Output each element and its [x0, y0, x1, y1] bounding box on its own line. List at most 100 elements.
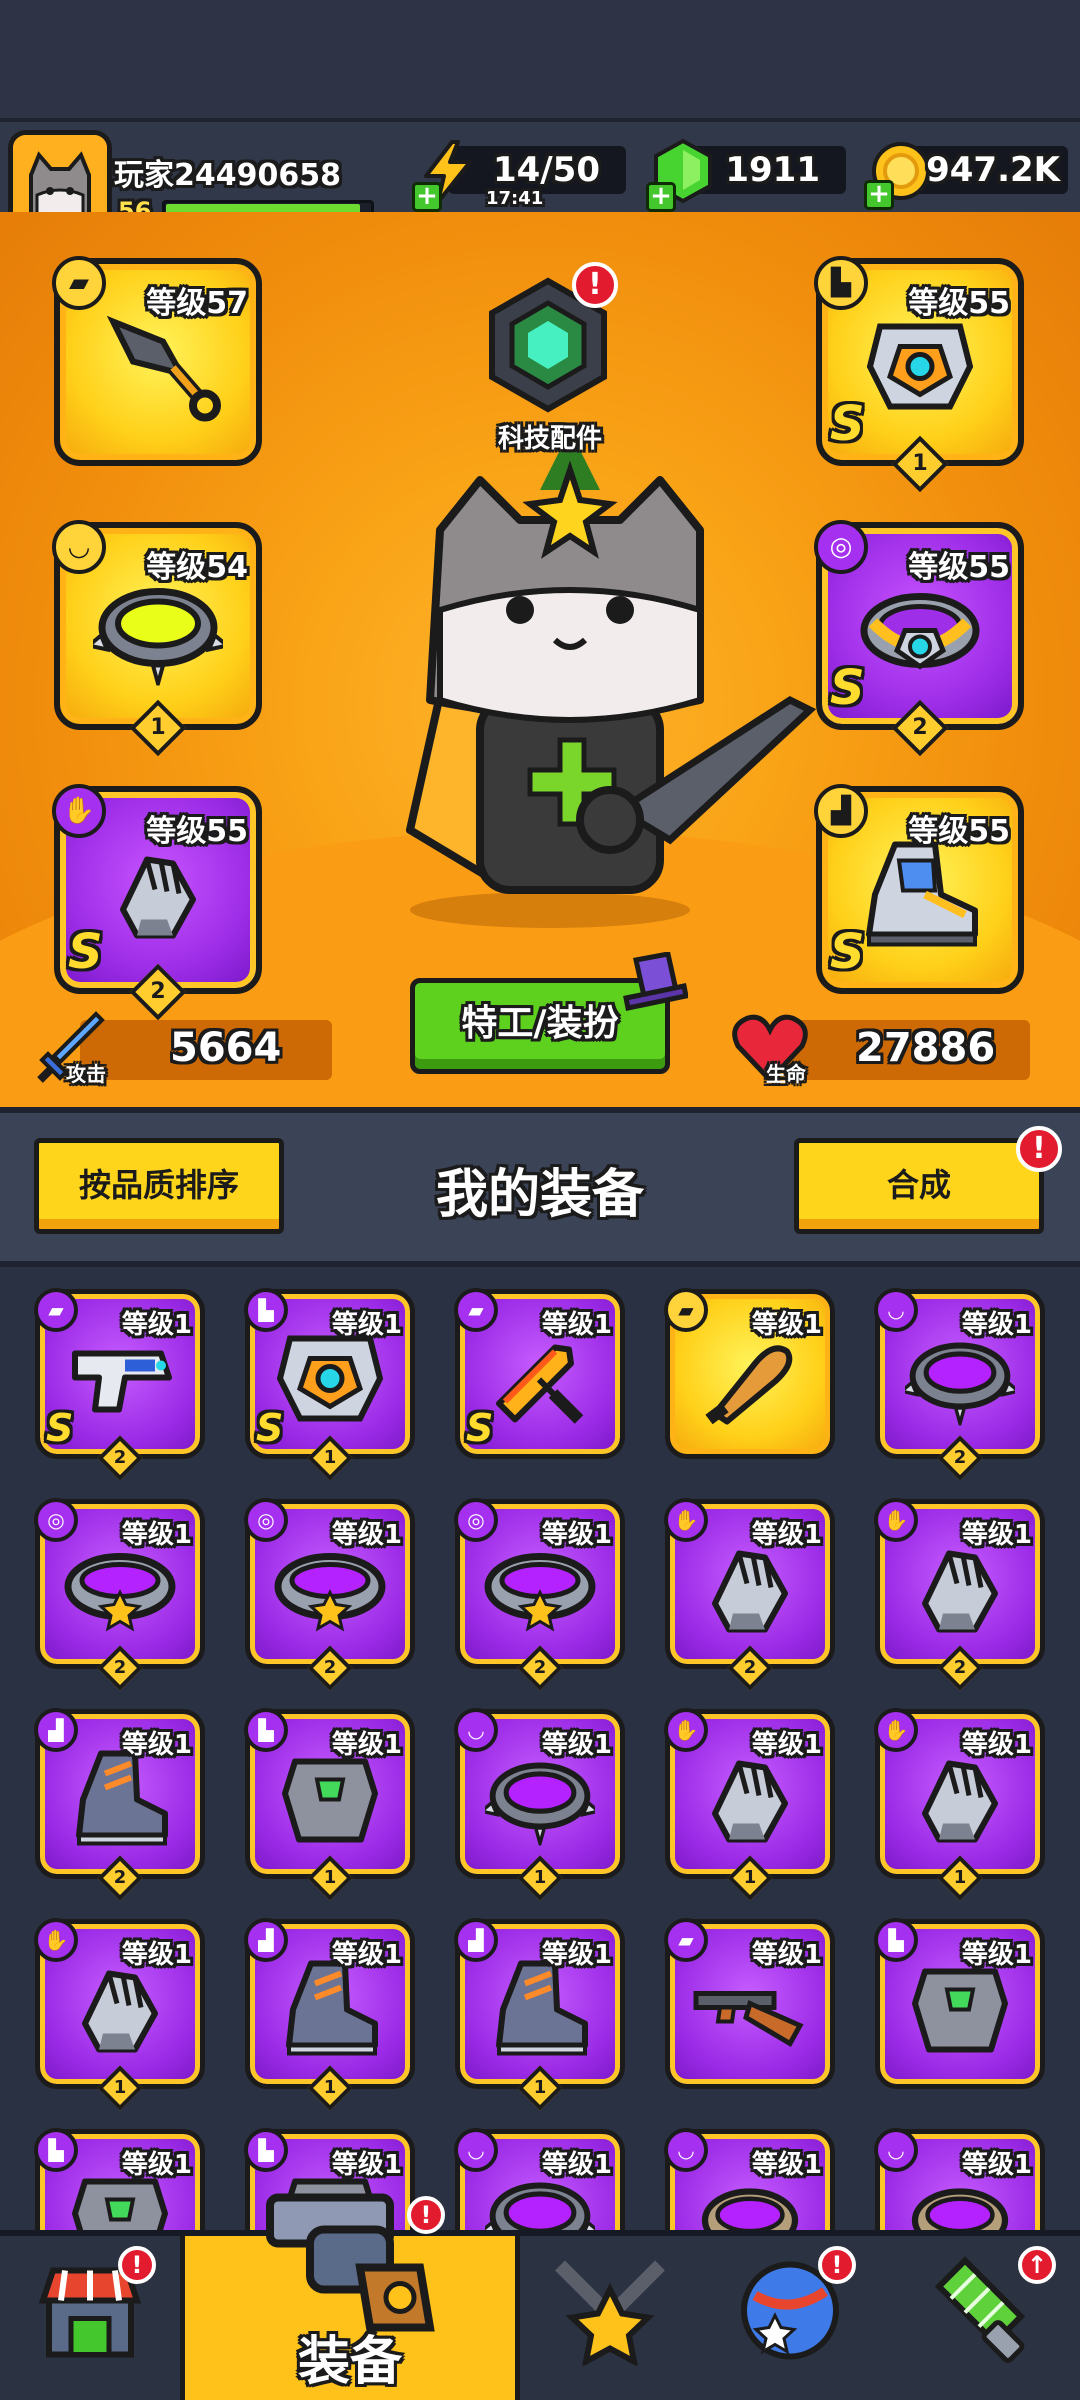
ring-collar-icon — [695, 2173, 805, 2230]
necklace-icon: ◡ — [874, 2128, 918, 2172]
inventory-item[interactable]: ▟ 等级1 2 — [34, 1708, 205, 1901]
inventory-item[interactable]: ✋ 等级1 1 — [664, 1708, 835, 1901]
inventory-item[interactable]: ▙ 等级1 — [874, 1918, 1045, 2089]
item-level: 等级1 — [331, 1520, 402, 1550]
belt-icon: ◎ — [244, 1498, 288, 1542]
necklace-icon: ◡ — [52, 520, 106, 574]
inventory-item[interactable]: ▟ 等级1 1 — [454, 1918, 625, 2111]
inventory-item[interactable]: ◡ 等级1 1 — [454, 1708, 625, 1901]
inventory-item[interactable]: ◡ 等级1 — [874, 2128, 1045, 2230]
inventory-item[interactable]: ◎ 等级1 2 — [244, 1498, 415, 1691]
shirt-icon: ▙ — [244, 2128, 288, 2172]
equipped-slot-armor[interactable]: ▙ 等级55 S 1 — [814, 256, 1024, 493]
star-count-badge: 1 — [517, 1855, 563, 1901]
item-level: 等级1 — [541, 1310, 612, 1340]
equipped-level: 等级55 — [908, 814, 1010, 849]
nav-tab-battle[interactable] — [520, 2236, 700, 2400]
item-level: 等级1 — [961, 2150, 1032, 2180]
energy-timer: 17:41 — [486, 188, 544, 209]
nav-tab-orbs[interactable]: ! — [700, 2236, 880, 2400]
inventory-item[interactable]: ▙ 等级1 S 1 — [244, 1288, 415, 1481]
inventory-item[interactable]: ▙ 等级1 — [34, 2128, 205, 2230]
gauntlet-icon — [103, 839, 213, 964]
inventory-item[interactable]: ▰ 等级1 S 2 — [34, 1288, 205, 1481]
equipment-grid: ▰ 等级1 S 2 ▙ 等级1 S 1 ▰ 等级1 S ▰ 等级1 ◡ 等级1 2 ◎ 等级1 2 ◎ 等级1 2 ◎ 等级1… — [0, 1267, 1080, 2230]
boot-icon: ▟ — [454, 1918, 498, 1962]
hero-character[interactable] — [370, 430, 830, 930]
attack-label: 攻击 — [66, 1062, 106, 1086]
inventory-item[interactable]: ▰ 等级1 S — [454, 1288, 625, 1459]
hp-value: 27886 — [856, 1025, 996, 1071]
equipped-level: 等级55 — [908, 286, 1010, 321]
item-level: 等级1 — [541, 1520, 612, 1550]
add-coins-icon[interactable]: + — [864, 180, 894, 210]
inventory-item[interactable]: ▰ 等级1 — [664, 1918, 835, 2089]
mech-boots-icon — [855, 834, 985, 969]
inventory-item[interactable]: ◡ 等级1 — [664, 2128, 835, 2230]
equipped-slot-necklace[interactable]: ◡ 等级54 1 — [52, 520, 262, 757]
shirt-icon: ▙ — [244, 1288, 288, 1332]
item-level: 等级1 — [961, 1520, 1032, 1550]
item-level: 等级1 — [541, 2150, 612, 2180]
blaster-icon — [65, 1333, 175, 1434]
belt-icon: ◎ — [34, 1498, 78, 1542]
attack-value: 5664 — [170, 1025, 282, 1071]
energy-value: 14/50 — [492, 150, 600, 190]
equipped-slot-weapon[interactable]: ▰ 等级57 — [52, 256, 262, 466]
nav-alert-icon: ! — [818, 2246, 856, 2284]
flame-sword-icon — [485, 1323, 595, 1444]
belt-icon: ◎ — [454, 1498, 498, 1542]
equipped-slot-gloves[interactable]: ✋ 等级55 S 2 — [52, 784, 262, 1021]
add-energy-icon[interactable]: + — [412, 182, 442, 212]
belt-icon: ◎ — [814, 520, 868, 574]
inventory-item[interactable]: ◎ 等级1 2 — [454, 1498, 625, 1691]
player-name: 玩家24490658 — [114, 158, 341, 193]
inventory-item[interactable]: ◎ 等级1 2 — [34, 1498, 205, 1691]
nav-tab-shop[interactable]: ! — [0, 2236, 180, 2400]
boot-icon — [485, 1953, 595, 2074]
star-belt-icon — [60, 1538, 180, 1649]
shotgun-icon — [690, 1963, 810, 2064]
equipped-slot-belt[interactable]: ◎ 等级55 S 2 — [814, 520, 1024, 757]
gems-value: 1911 — [725, 150, 820, 190]
star-count-badge: 2 — [937, 1435, 983, 1481]
nav-label: 装备 — [297, 2332, 402, 2392]
inventory-item[interactable]: ✋ 等级1 2 — [874, 1498, 1045, 1691]
gun-icon: ▰ — [52, 256, 106, 310]
merge-button[interactable]: 合成 — [794, 1138, 1044, 1234]
sort-by-quality-button[interactable]: 按品质排序 — [34, 1138, 284, 1234]
item-level: 等级1 — [751, 1940, 822, 1970]
item-level: 等级1 — [541, 1940, 612, 1970]
spiked-collar-icon — [897, 1331, 1023, 1436]
necklace-icon: ◡ — [454, 1708, 498, 1752]
shirt-icon: ▙ — [34, 2128, 78, 2172]
lightning-icon[interactable]: + — [412, 140, 478, 212]
star-count-badge: 2 — [97, 1435, 143, 1481]
item-level: 等级1 — [121, 2150, 192, 2180]
add-gems-icon[interactable]: + — [646, 182, 676, 212]
inventory-item[interactable]: ▟ 等级1 1 — [244, 1918, 415, 2111]
tech-parts-alert-icon: ! — [572, 262, 618, 308]
necklace-icon: ◡ — [664, 2128, 708, 2172]
coins-value: 947.2K — [926, 150, 1060, 190]
equipped-slot-boots[interactable]: ▟ 等级55 S — [814, 784, 1024, 994]
item-level: 等级1 — [331, 1940, 402, 1970]
glove-icon: ✋ — [34, 1918, 78, 1962]
inventory-item[interactable]: ◡ 等级1 2 — [874, 1288, 1045, 1481]
gauntlet-icon — [905, 1533, 1015, 1654]
inventory-item[interactable]: ✋ 等级1 1 — [34, 1918, 205, 2111]
spiked-collar-icon — [84, 575, 232, 700]
inventory-item[interactable]: ✋ 等级1 1 — [874, 1708, 1045, 1901]
item-level: 等级1 — [121, 1520, 192, 1550]
shirt-icon: ▙ — [244, 1708, 288, 1752]
nav-tab-evolve[interactable]: ↑ — [880, 2236, 1080, 2400]
inventory-item[interactable]: ✋ 等级1 2 — [664, 1498, 835, 1691]
equipped-level: 等级57 — [146, 286, 248, 321]
glove-icon: ✋ — [664, 1498, 708, 1542]
chest-armor-icon — [275, 1743, 385, 1864]
inventory-item[interactable]: ◡ 等级1 — [454, 2128, 625, 2230]
inventory-item[interactable]: ▰ 等级1 — [664, 1288, 835, 1459]
nav-tab-equipment[interactable]: 装备! — [180, 2193, 520, 2400]
inventory-item[interactable]: ▙ 等级1 1 — [244, 1708, 415, 1901]
status-bar — [0, 0, 1080, 118]
